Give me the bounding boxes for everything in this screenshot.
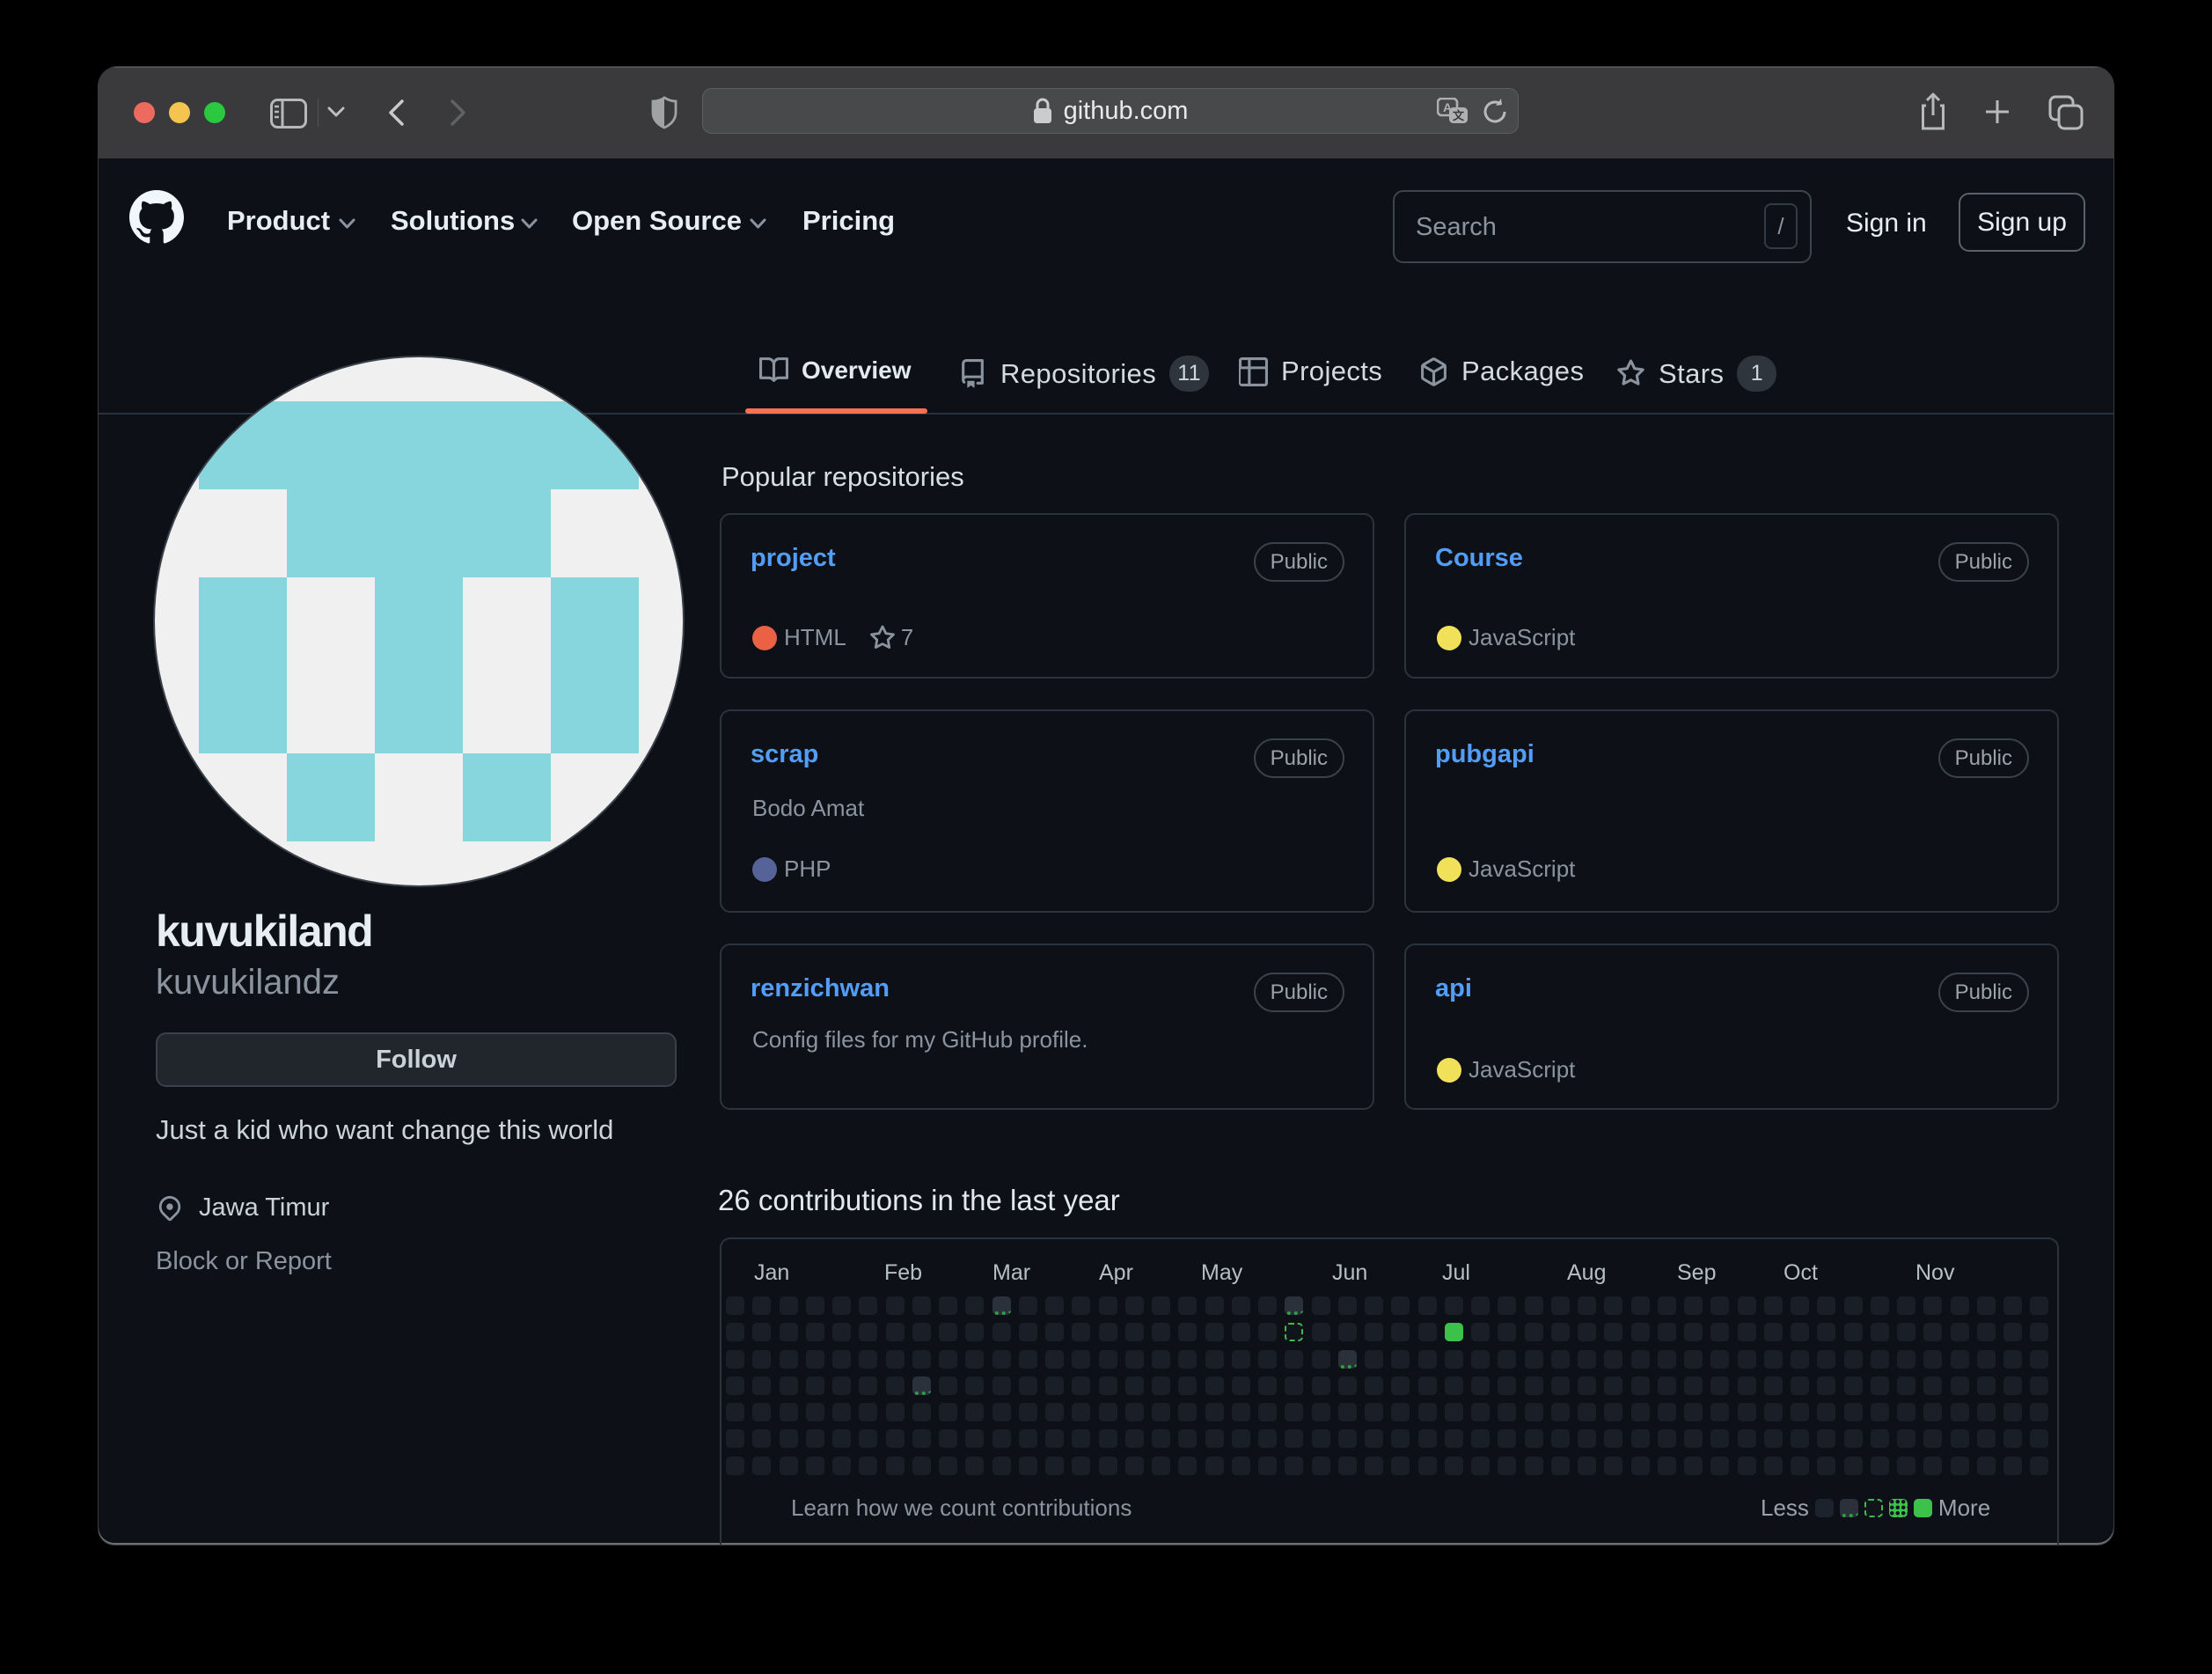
svg-text:文: 文 — [1453, 109, 1465, 122]
